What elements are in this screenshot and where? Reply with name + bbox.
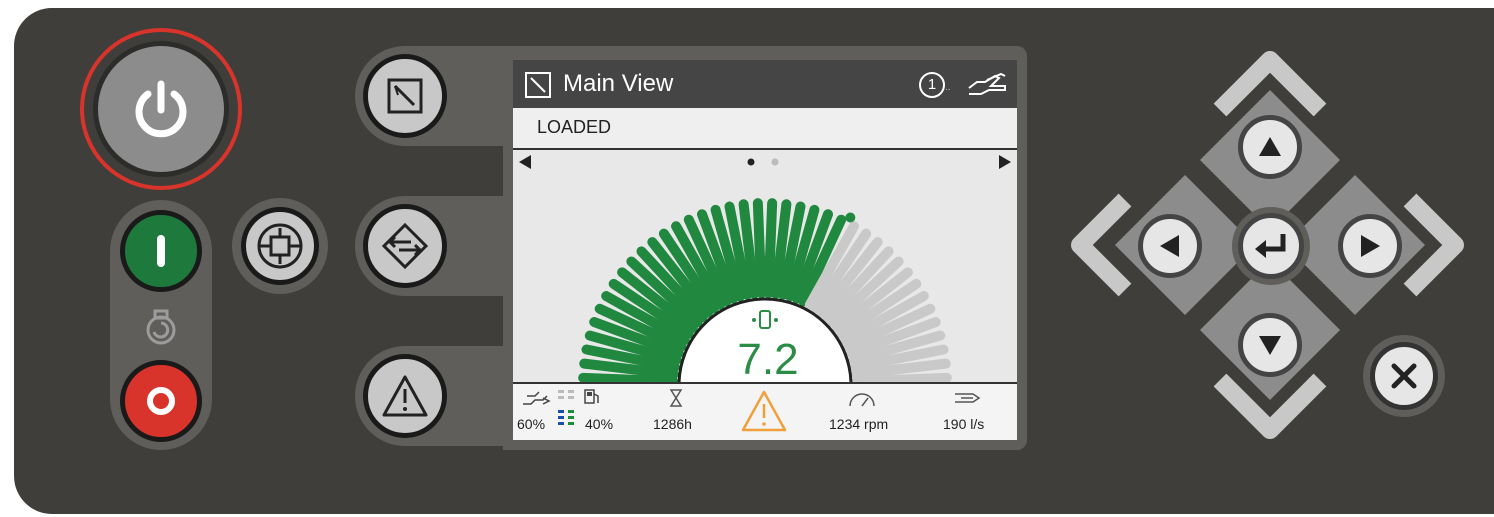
arrow-left-icon xyxy=(1160,235,1179,257)
footer-flow: 190 l/s xyxy=(943,416,985,432)
status-bar: LOADED xyxy=(513,108,1017,150)
compressor-button[interactable] xyxy=(232,198,328,294)
main-view-icon xyxy=(525,72,551,98)
hand-icon xyxy=(968,72,1006,95)
counter-badge: 1 xyxy=(919,72,945,98)
arrow-up-icon xyxy=(1259,137,1281,156)
stop-icon xyxy=(147,387,175,415)
warning-button[interactable] xyxy=(363,354,447,438)
close-icon xyxy=(1391,363,1417,389)
page-dot xyxy=(747,158,755,166)
footer-hours: 1286h xyxy=(653,416,692,432)
start-button[interactable] xyxy=(120,210,202,292)
dpad-left-button[interactable] xyxy=(1138,214,1202,278)
status-footer: 60% 40% 1286h 1234 rpm 190 l/s xyxy=(513,382,1017,440)
main-view-icon xyxy=(387,78,423,114)
screen-title: Main View xyxy=(563,70,674,97)
gauge-value: 7.2 xyxy=(737,335,799,384)
close-button[interactable] xyxy=(1363,335,1445,417)
start-icon xyxy=(157,235,165,267)
warning-icon xyxy=(741,390,787,432)
tank-icon xyxy=(523,391,551,405)
dpad-down-button[interactable] xyxy=(1238,313,1302,377)
gauge-segment xyxy=(752,198,767,299)
footer-rpm: 1234 rpm xyxy=(829,416,889,432)
stop-button[interactable] xyxy=(120,360,202,442)
main-view-button[interactable] xyxy=(363,54,447,138)
display-screen: Main View 1 .. LOADED 7.2 60% 40% 1286h … xyxy=(513,60,1017,440)
transfer-button[interactable] xyxy=(363,204,447,288)
footer-percent-right: 40% xyxy=(585,416,614,432)
flow-icon xyxy=(955,393,981,403)
warning-icon xyxy=(382,375,428,417)
dpad-up-button[interactable] xyxy=(1238,115,1302,179)
speed-gauge-icon xyxy=(849,393,875,407)
motor-icon xyxy=(146,309,176,345)
screen-title-bar: Main View 1 .. xyxy=(513,60,1017,108)
gauge-segment xyxy=(763,198,778,299)
arrow-right-icon xyxy=(1361,235,1380,257)
gauge-segment xyxy=(578,372,679,385)
enter-button[interactable] xyxy=(1232,207,1310,285)
enter-icon xyxy=(1255,234,1286,258)
footer-percent-left: 60% xyxy=(517,416,546,432)
gauge-icon xyxy=(752,310,778,329)
hourglass-icon xyxy=(669,389,683,407)
counter-dots: .. xyxy=(945,82,951,93)
arrow-down-icon xyxy=(1259,336,1281,355)
status-text: LOADED xyxy=(537,117,612,137)
dpad-right-button[interactable] xyxy=(1338,214,1402,278)
compressor-icon xyxy=(257,223,303,269)
page-dot xyxy=(771,158,779,166)
power-icon xyxy=(135,80,187,138)
level-bars-icon xyxy=(558,390,574,425)
transfer-icon xyxy=(381,222,429,270)
fuel-icon xyxy=(584,389,599,404)
gauge-marker xyxy=(845,212,856,223)
power-button[interactable] xyxy=(80,28,242,190)
gauge-segment xyxy=(851,372,952,385)
